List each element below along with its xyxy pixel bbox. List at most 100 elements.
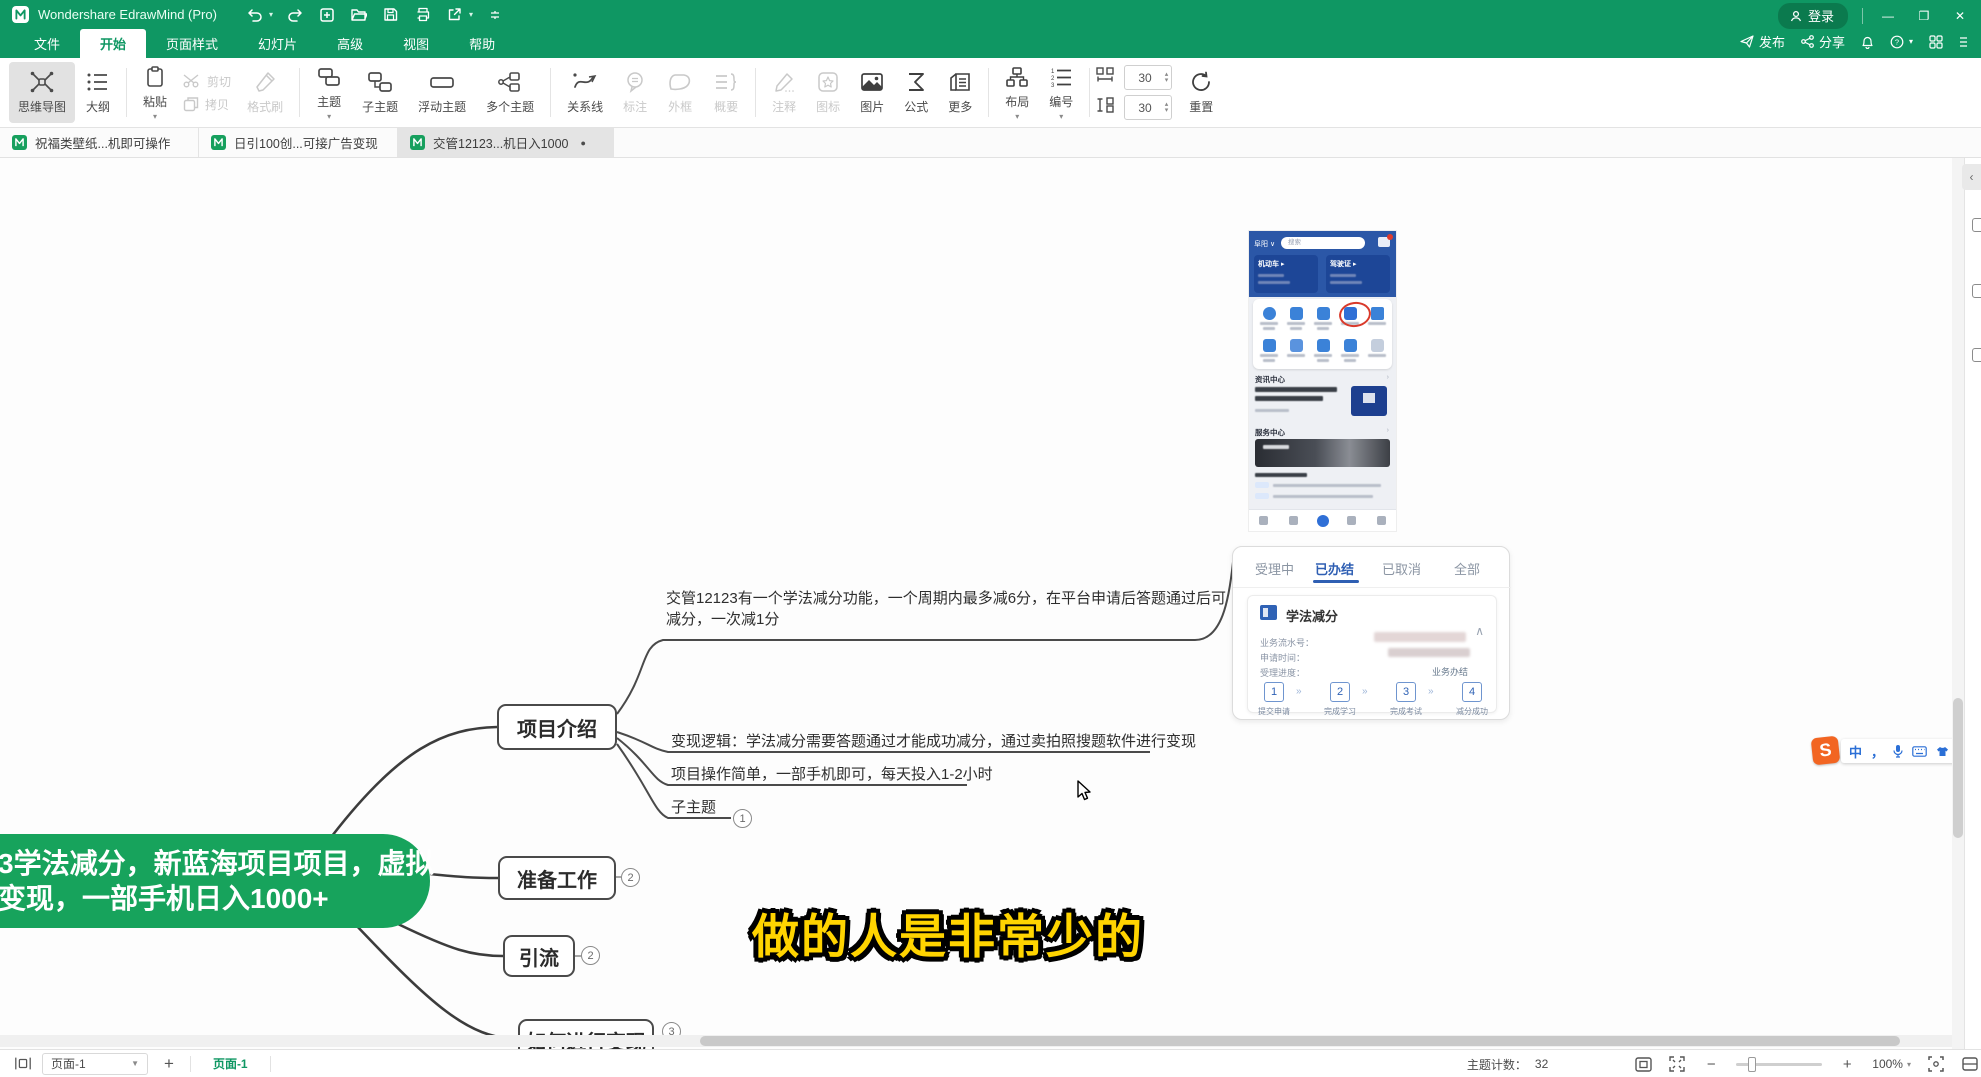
ime-chinese-mode[interactable]: 中 (1849, 742, 1862, 761)
zoom-slider-thumb[interactable] (1748, 1057, 1756, 1072)
zoom-in-button[interactable]: + (1838, 1055, 1856, 1073)
h-spacing-stepper[interactable]: 30 ▴▾ (1124, 65, 1172, 90)
outline-mode-button[interactable]: 大纲 (77, 62, 119, 123)
publish-button[interactable]: 发布 (1740, 32, 1785, 51)
menu-file[interactable]: 文件 (14, 29, 80, 58)
icon-button[interactable]: 图标 (807, 62, 849, 123)
collapse-badge[interactable]: 2 (621, 868, 640, 887)
print-icon[interactable] (413, 5, 433, 25)
zoom-level-dropdown[interactable]: 100% ▾ (1872, 1057, 1911, 1071)
subtopic-button[interactable]: 子主题 (353, 62, 407, 123)
phone-screenshot-image[interactable]: 阜阳 ∨ 搜索 机动车 ▸ 驾驶证 ▸ (1249, 231, 1396, 531)
topic-traffic[interactable]: 引流 (503, 935, 575, 977)
zoom-slider[interactable] (1736, 1063, 1822, 1066)
ime-skin-icon[interactable] (1936, 746, 1949, 757)
reset-button[interactable]: 重置 (1180, 62, 1222, 123)
undo-icon[interactable] (245, 5, 265, 25)
export-icon[interactable] (445, 5, 465, 25)
more-button[interactable]: 更多 (939, 62, 981, 123)
side-panel-icon[interactable] (1972, 348, 1981, 362)
menu-slideshow[interactable]: 幻灯片 (238, 29, 317, 58)
menu-page-style[interactable]: 页面样式 (146, 29, 238, 58)
child-topic-subtopic[interactable]: 子主题 (671, 796, 716, 817)
floating-topic-button[interactable]: 浮动主题 (409, 62, 475, 123)
ime-keyboard-icon[interactable] (1912, 746, 1927, 757)
side-panel-icon[interactable] (1972, 284, 1981, 298)
pages-panel-icon[interactable] (14, 1055, 32, 1073)
boundary-button[interactable]: 外框 (658, 62, 702, 123)
focus-frame-icon[interactable] (1927, 1055, 1945, 1073)
formula-button[interactable]: 公式 (895, 62, 937, 123)
login-button[interactable]: 登录 (1778, 3, 1848, 29)
customize-quickbar-icon[interactable] (485, 5, 505, 25)
child-topic-logic[interactable]: 变现逻辑：学法减分需要答题通过才能成功减分，通过卖拍照搜题软件进行变现 (671, 730, 1196, 751)
doc-tab-2[interactable]: 日引100创...可接广告变现 (199, 128, 398, 157)
add-page-button[interactable]: + (158, 1054, 180, 1074)
horizontal-scrollbar-thumb[interactable] (700, 1036, 1900, 1046)
open-file-icon[interactable] (349, 5, 369, 25)
fit-window-icon[interactable] (1634, 1055, 1652, 1073)
topic-preparation[interactable]: 准备工作 (498, 856, 616, 900)
cut-button[interactable]: 剪切 (177, 73, 237, 90)
layout-button[interactable]: 布局 ▾ (996, 62, 1038, 123)
restore-button[interactable]: ❐ (1913, 9, 1935, 23)
central-topic[interactable]: 3学法减分，新蓝海项目项目，虚拟 变现，一部手机日入1000+ (0, 834, 430, 928)
menu-advanced[interactable]: 高级 (317, 29, 383, 58)
numbering-button[interactable]: 123 编号 ▾ (1040, 62, 1082, 123)
vertical-scrollbar-track[interactable] (1952, 158, 1964, 1049)
collapse-badge[interactable]: 2 (581, 946, 600, 965)
cut-label: 剪切 (207, 73, 231, 90)
minimize-button[interactable]: — (1877, 9, 1899, 23)
share-button[interactable]: 分享 (1801, 32, 1845, 51)
v-spacing-value[interactable]: 30 (1125, 101, 1164, 115)
picture-button[interactable]: 图片 (851, 62, 893, 123)
copy-button[interactable]: 拷贝 (177, 96, 237, 113)
ime-mic-icon[interactable] (1893, 744, 1903, 758)
edge-partial-icon[interactable] (1961, 1055, 1979, 1073)
summary-button[interactable]: 概要 (704, 62, 748, 123)
doc-tab-1[interactable]: 祝福类壁纸...机即可操作 (0, 128, 199, 157)
ime-punctuation[interactable]: ， (1871, 742, 1884, 761)
help-icon[interactable]: ? ▾ (1890, 35, 1913, 49)
menu-view[interactable]: 视图 (383, 29, 449, 58)
v-spacing-stepper[interactable]: 30 ▴▾ (1124, 95, 1172, 120)
partial-edge-icon[interactable] (1959, 35, 1967, 49)
callout-button[interactable]: 标注 (614, 62, 656, 123)
close-button[interactable]: ✕ (1949, 9, 1971, 23)
zoom-out-button[interactable]: − (1702, 1055, 1720, 1073)
menu-home[interactable]: 开始 (80, 29, 146, 58)
redo-icon[interactable] (285, 5, 305, 25)
save-icon[interactable] (381, 5, 401, 25)
format-painter-button[interactable]: 格式刷 (238, 62, 292, 123)
collapse-badge[interactable]: 1 (733, 809, 752, 828)
notifications-bell-icon[interactable] (1861, 35, 1874, 49)
panel-collapse-button[interactable]: ‹ (1962, 164, 1981, 190)
v-spacing-down-icon[interactable]: ▾ (1165, 108, 1169, 114)
h-spacing-down-icon[interactable]: ▾ (1165, 78, 1169, 84)
page-select-dropdown[interactable]: 页面-1 ▼ (42, 1053, 148, 1075)
topic-project-intro[interactable]: 项目介绍 (497, 704, 617, 750)
apps-grid-icon[interactable] (1929, 35, 1943, 49)
child-topic-simple[interactable]: 项目操作简单，一部手机即可，每天投入1-2小时 (671, 763, 993, 784)
multi-topic-button[interactable]: 多个主题 (477, 62, 543, 123)
phone-search-bar: 搜索 (1281, 237, 1365, 249)
page-tab-active[interactable]: 页面-1 (201, 1055, 260, 1072)
mindmap-mode-button[interactable]: 思维导图 (9, 62, 75, 123)
comment-button[interactable]: 注释 (763, 62, 805, 123)
menu-help[interactable]: 帮助 (449, 29, 515, 58)
vertical-scrollbar-thumb[interactable] (1953, 698, 1963, 838)
paste-button[interactable]: 粘贴 ▾ (134, 62, 176, 123)
child-topic-feature[interactable]: 交管12123有一个学法减分功能，一个周期内最多减6分，在平台申请后答题通过后可… (666, 588, 1226, 630)
new-file-icon[interactable] (317, 5, 337, 25)
topic-button[interactable]: 主题 ▾ (307, 62, 351, 123)
relationship-button[interactable]: 关系线 (558, 62, 612, 123)
sogou-logo-icon[interactable]: S (1811, 736, 1841, 766)
doc-tab-3-active[interactable]: 交管12123...机日入1000 ● (398, 128, 614, 157)
mindmap-canvas[interactable]: 3学法减分，新蓝海项目项目，虚拟 变现，一部手机日入1000+ 项目介绍 准备工… (0, 158, 1981, 1049)
h-spacing-value[interactable]: 30 (1125, 71, 1164, 85)
side-panel-icon[interactable] (1972, 218, 1981, 232)
export-caret-icon[interactable]: ▾ (469, 10, 473, 19)
progress-card-image[interactable]: 受理中 已办结 已取消 全部 学法减分 ∧ 业务流水号： 申请时间： 受理进度：… (1232, 546, 1510, 720)
fullscreen-icon[interactable] (1668, 1055, 1686, 1073)
undo-caret-icon[interactable]: ▾ (269, 10, 273, 19)
